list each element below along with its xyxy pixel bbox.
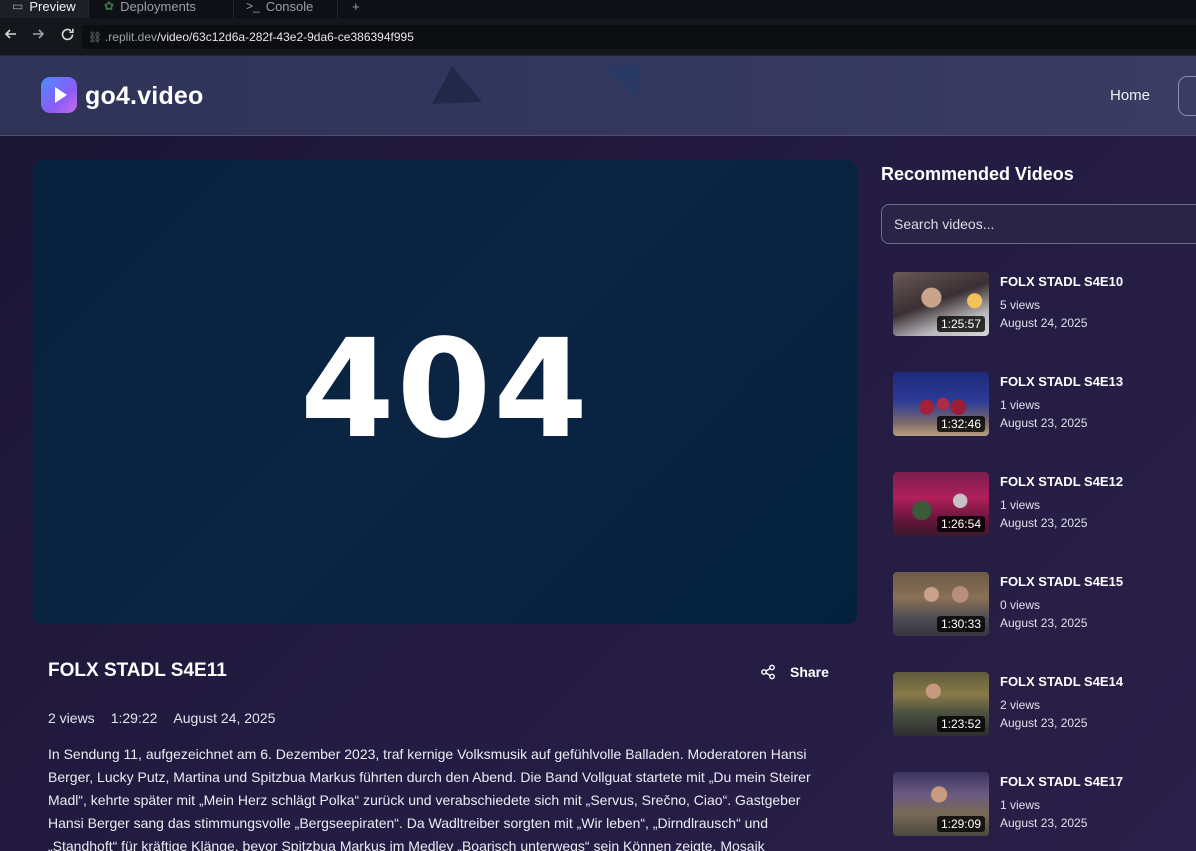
tab-label: Preview	[29, 0, 76, 14]
duration-badge: 1:23:52	[936, 716, 985, 732]
share-button[interactable]: Share	[760, 664, 829, 680]
recommended-video-views: 0 views	[1000, 598, 1041, 612]
recommended-video-title[interactable]: FOLX STADL S4E10	[1000, 274, 1123, 289]
search-input[interactable]	[881, 204, 1196, 244]
recommended-video-views: 1 views	[1000, 798, 1041, 812]
share-icon	[761, 664, 775, 680]
video-thumbnail[interactable]: 1:29:09	[893, 772, 989, 836]
tab-label: Deployments	[120, 0, 196, 14]
link-icon: ⛓	[88, 31, 102, 44]
url-host: .replit.dev	[104, 30, 157, 44]
brand-name[interactable]: go4.video	[85, 82, 204, 111]
logo-icon[interactable]	[41, 77, 77, 113]
tab-deployments[interactable]: ✿ Deployments	[92, 0, 234, 18]
share-label: Share	[790, 664, 829, 680]
recommended-video-date: August 24, 2025	[1000, 316, 1088, 330]
recommended-video-title[interactable]: FOLX STADL S4E12	[1000, 474, 1123, 489]
recommended-video-date: August 23, 2025	[1000, 516, 1088, 530]
reload-button[interactable]	[57, 27, 77, 47]
recommended-video[interactable]: 1:25:57 FOLX STADL S4E10 5 views August …	[893, 272, 1196, 336]
duration-badge: 1:29:09	[936, 816, 985, 832]
recommended-video-title[interactable]: FOLX STADL S4E17	[1000, 774, 1123, 789]
tab-label: Console	[265, 0, 314, 14]
recommended-video[interactable]: 1:30:33 FOLX STADL S4E15 0 views August …	[893, 572, 1196, 636]
video-thumbnail[interactable]: 1:30:33	[893, 572, 989, 636]
plus-icon: +	[352, 0, 360, 14]
recommended-video-title[interactable]: FOLX STADL S4E13	[1000, 374, 1123, 389]
recommended-video[interactable]: 1:26:54 FOLX STADL S4E12 1 views August …	[893, 472, 1196, 536]
recommended-video-views: 2 views	[1000, 698, 1041, 712]
decorative-triangle	[606, 64, 640, 98]
deploy-icon: ✿	[104, 0, 115, 13]
monitor-icon: ▭	[12, 0, 24, 13]
recommended-video-title[interactable]: FOLX STADL S4E15	[1000, 574, 1123, 589]
recommended-video-date: August 23, 2025	[1000, 716, 1088, 730]
forward-button[interactable]	[28, 27, 48, 47]
address-bar: ⛓ .replit.dev/video/63c12d6a-282f-43e2-9…	[0, 18, 1196, 56]
error-code: 404	[300, 311, 590, 469]
duration-badge: 1:32:46	[936, 416, 985, 432]
back-button[interactable]	[1, 27, 21, 47]
nav-button[interactable]	[1178, 76, 1196, 116]
arrow-right-icon	[33, 29, 45, 39]
duration-badge: 1:26:54	[936, 516, 985, 532]
recommended-video[interactable]: 1:29:09 FOLX STADL S4E17 1 views August …	[893, 772, 1196, 836]
video-meta: 2 views 1:29:22 August 24, 2025	[48, 710, 275, 726]
url-field[interactable]: ⛓ .replit.dev/video/63c12d6a-282f-43e2-9…	[82, 25, 1196, 49]
duration-badge: 1:25:57	[936, 316, 985, 332]
video-thumbnail[interactable]: 1:23:52	[893, 672, 989, 736]
main-content: 404 FOLX STADL S4E11 Share 2 views 1:29:…	[0, 136, 1196, 851]
reload-icon	[61, 28, 74, 41]
video-thumbnail[interactable]: 1:26:54	[893, 472, 989, 536]
recommended-video[interactable]: 1:23:52 FOLX STADL S4E14 2 views August …	[893, 672, 1196, 736]
video-thumbnail[interactable]: 1:32:46	[893, 372, 989, 436]
browser-tab-bar: ▭ Preview ✿ Deployments >_ Console +	[0, 0, 1196, 18]
upload-date: August 24, 2025	[173, 710, 276, 726]
arrow-left-icon	[4, 29, 16, 39]
recommended-video-date: August 23, 2025	[1000, 816, 1088, 830]
video-title: FOLX STADL S4E11	[48, 660, 227, 681]
recommended-video[interactable]: 1:32:46 FOLX STADL S4E13 1 views August …	[893, 372, 1196, 436]
video-duration: 1:29:22	[110, 710, 158, 726]
view-count: 2 views	[48, 710, 95, 726]
video-thumbnail[interactable]: 1:25:57	[893, 272, 989, 336]
terminal-icon: >_	[246, 0, 260, 13]
tab-preview[interactable]: ▭ Preview	[0, 0, 89, 18]
recommended-video-title[interactable]: FOLX STADL S4E14	[1000, 674, 1123, 689]
recommended-video-views: 5 views	[1000, 298, 1041, 312]
recommended-video-date: August 23, 2025	[1000, 616, 1088, 630]
recommended-title: Recommended Videos	[881, 164, 1074, 184]
url-path: /video/63c12d6a-282f-43e2-9da6-ce386394f…	[157, 30, 414, 44]
video-description: In Sendung 11, aufgezeichnet am 6. Dezem…	[48, 746, 811, 851]
new-tab-button[interactable]: +	[340, 0, 372, 18]
recommended-video-views: 1 views	[1000, 498, 1041, 512]
decorative-triangle	[432, 66, 482, 104]
nav-home-link[interactable]: Home	[1110, 87, 1150, 104]
tab-console[interactable]: >_ Console	[234, 0, 338, 18]
site-header: go4.video Home	[0, 56, 1196, 136]
recommended-video-date: August 23, 2025	[1000, 416, 1088, 430]
recommended-video-views: 1 views	[1000, 398, 1041, 412]
video-player[interactable]: 404	[33, 160, 857, 624]
duration-badge: 1:30:33	[936, 616, 985, 632]
